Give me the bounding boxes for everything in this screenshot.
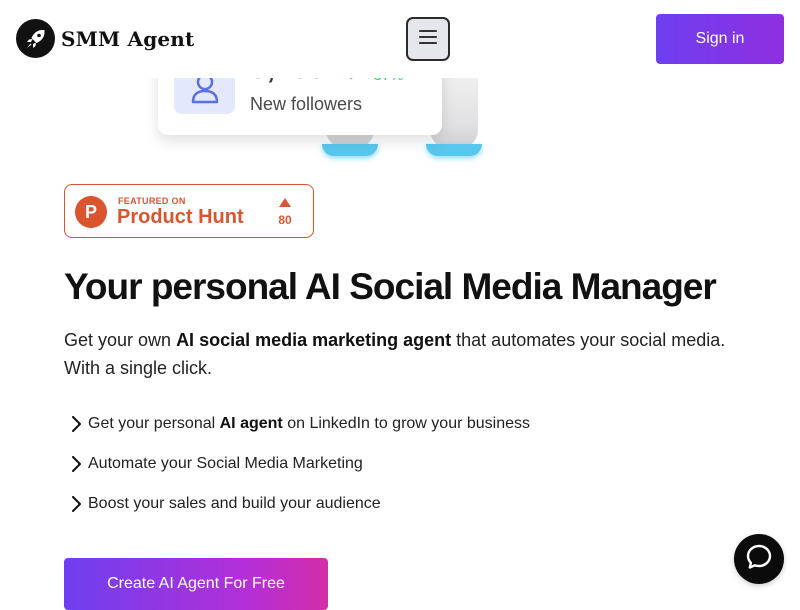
site-header: SMM Agent Sign in <box>0 0 800 78</box>
chat-launcher-button[interactable] <box>734 534 784 584</box>
menu-button[interactable] <box>406 17 450 61</box>
feature-text: Get your personal AI agent on LinkedIn t… <box>88 415 530 433</box>
list-item: Automate your Social Media Marketing <box>64 444 530 484</box>
robot-foot <box>426 144 482 156</box>
hero-subtitle: Get your own AI social media marketing a… <box>64 326 744 382</box>
create-agent-button[interactable]: Create AI Agent For Free <box>64 558 328 610</box>
hero-subtitle-highlight: AI social media marketing agent <box>176 330 452 350</box>
feature-text-part: Get your personal <box>88 415 220 432</box>
chevron-right-icon <box>64 452 88 476</box>
feature-text: Automate your Social Media Marketing <box>88 455 363 472</box>
logo-link[interactable]: SMM Agent <box>16 19 195 58</box>
feature-list: Get your personal AI agent on LinkedIn t… <box>64 404 530 524</box>
feature-text-highlight: AI agent <box>219 415 283 432</box>
chat-bubble-icon <box>745 543 773 576</box>
product-hunt-featured-label: FEATURED ON <box>118 196 186 206</box>
feature-text: Boost your sales and build your audience <box>88 495 381 512</box>
feature-text-part: on LinkedIn to grow your business <box>282 415 531 432</box>
product-hunt-name: Product Hunt <box>117 206 244 228</box>
product-hunt-upvotes: 80 <box>278 213 292 227</box>
list-item: Get your personal AI agent on LinkedIn t… <box>64 404 530 444</box>
upvote-arrow-icon <box>279 198 291 207</box>
hamburger-menu-icon <box>419 29 437 49</box>
hero-subtitle-text: Get your own <box>64 330 177 350</box>
chevron-right-icon <box>64 492 88 516</box>
rocket-logo-icon <box>16 19 55 58</box>
robot-foot <box>322 144 378 156</box>
product-hunt-logo-icon: P <box>75 196 107 228</box>
page-title: Your personal AI Social Media Manager <box>64 266 717 307</box>
followers-label: New followers <box>250 94 363 114</box>
list-item: Boost your sales and build your audience <box>64 484 530 524</box>
signin-button[interactable]: Sign in <box>656 14 784 64</box>
product-hunt-badge[interactable]: P FEATURED ON Product Hunt 80 <box>64 184 314 238</box>
logo-text: SMM Agent <box>61 26 195 51</box>
chevron-right-icon <box>64 412 88 436</box>
